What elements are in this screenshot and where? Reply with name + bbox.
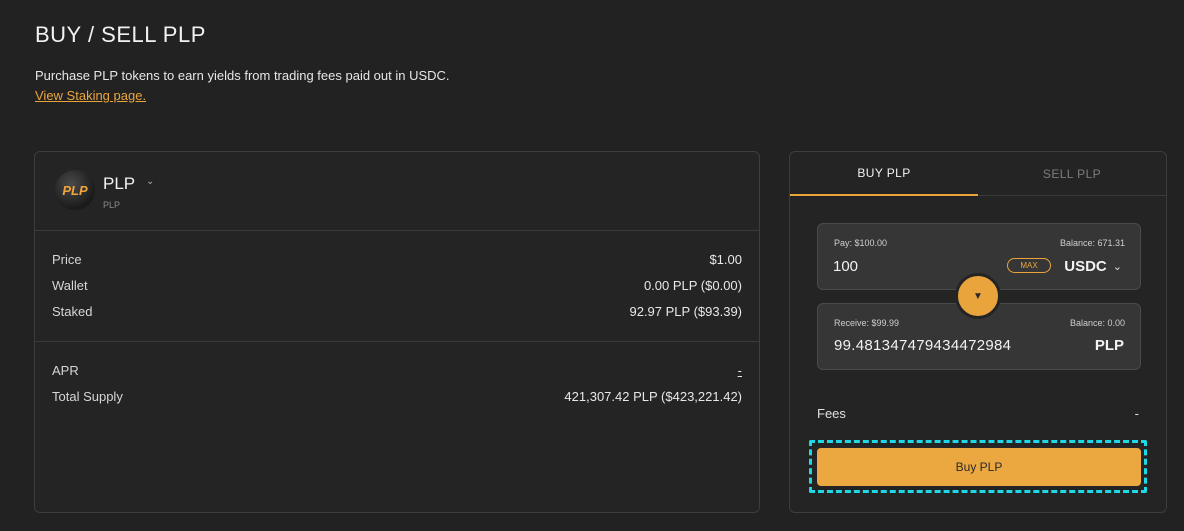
wallet-row: Wallet 0.00 PLP ($0.00) bbox=[52, 278, 742, 296]
staked-value: 92.97 PLP ($93.39) bbox=[629, 304, 742, 319]
price-row: Price $1.00 bbox=[52, 252, 742, 270]
fees-value: - bbox=[1134, 406, 1139, 421]
trade-card: BUY PLP SELL PLP Pay: $100.00 Balance: 6… bbox=[789, 151, 1167, 513]
wallet-value: 0.00 PLP ($0.00) bbox=[643, 278, 742, 293]
wallet-label: Wallet bbox=[52, 278, 88, 293]
tab-buy-plp[interactable]: BUY PLP bbox=[790, 152, 978, 196]
chevron-down-icon[interactable]: ⌄ bbox=[146, 176, 154, 187]
fees-row: Fees - bbox=[817, 406, 1139, 421]
chevron-down-icon: ⌄ bbox=[1112, 260, 1122, 273]
receive-amount: 99.481347479434472984 bbox=[834, 337, 1012, 354]
max-button[interactable]: MAX bbox=[1007, 258, 1051, 273]
pay-balance: Balance: 671.31 bbox=[1059, 238, 1125, 248]
token-name[interactable]: PLP bbox=[103, 174, 135, 194]
divider bbox=[35, 341, 759, 342]
tab-sell-plp[interactable]: SELL PLP bbox=[978, 152, 1166, 196]
token-symbol: PLP bbox=[103, 200, 121, 210]
staked-label: Staked bbox=[52, 304, 93, 319]
buy-plp-button[interactable]: Buy PLP bbox=[817, 448, 1141, 486]
total-supply-label: Total Supply bbox=[52, 389, 123, 404]
pay-token-select[interactable]: USDC ⌄ bbox=[1064, 256, 1122, 276]
view-staking-link[interactable]: View Staking page. bbox=[35, 88, 146, 103]
page-description: Purchase PLP tokens to earn yields from … bbox=[35, 68, 450, 83]
plp-logo-icon: PLP bbox=[55, 170, 95, 210]
total-supply-row: Total Supply 421,307.42 PLP ($423,221.42… bbox=[52, 389, 742, 407]
total-supply-value: 421,307.42 PLP ($423,221.42) bbox=[564, 389, 742, 404]
token-info-card: PLP PLP ⌄ PLP Price $1.00 Wallet 0.00 PL… bbox=[34, 151, 760, 513]
pay-usd-label: Pay: $100.00 bbox=[834, 238, 888, 248]
divider bbox=[35, 230, 759, 231]
apr-row: APR - bbox=[52, 363, 742, 381]
receive-balance: Balance: 0.00 bbox=[1069, 318, 1125, 328]
trade-tabs: BUY PLP SELL PLP bbox=[790, 152, 1166, 196]
arrow-down-icon: ▼ bbox=[973, 290, 983, 302]
apr-value[interactable]: - bbox=[738, 363, 742, 381]
apr-label: APR bbox=[52, 363, 79, 378]
receive-usd-label: Receive: $99.99 bbox=[834, 318, 900, 328]
pay-amount-input[interactable] bbox=[833, 256, 1013, 276]
pay-token-label: USDC bbox=[1064, 257, 1107, 275]
receive-token-label: PLP bbox=[1094, 337, 1124, 354]
page-title: BUY / SELL PLP bbox=[35, 22, 206, 47]
price-value: $1.00 bbox=[709, 252, 742, 267]
staked-row: Staked 92.97 PLP ($93.39) bbox=[52, 304, 742, 322]
swap-direction-button[interactable]: ▼ bbox=[955, 273, 1001, 319]
fees-label: Fees bbox=[817, 406, 846, 421]
price-label: Price bbox=[52, 252, 82, 267]
